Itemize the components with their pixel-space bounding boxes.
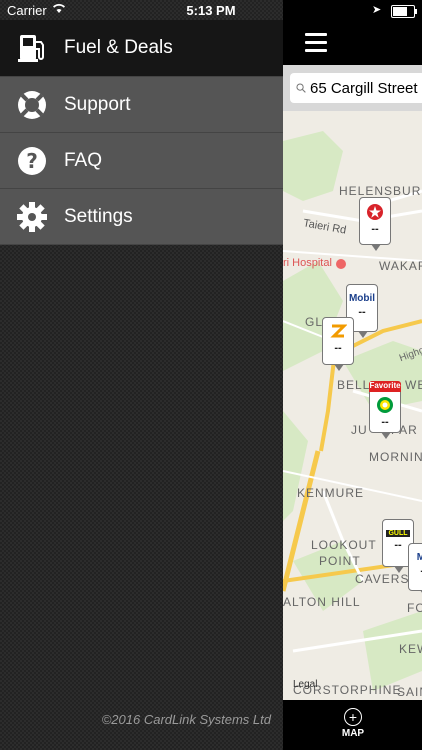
menu-item-label: FAQ: [64, 149, 103, 171]
favorite-tag: Favorite: [369, 381, 401, 392]
map-label: KEW: [399, 642, 422, 656]
map-label: CAVERS: [355, 572, 410, 586]
menu-divider: [0, 244, 283, 245]
map-label: ri Hospital: [283, 257, 332, 269]
map-button-label: MAP: [341, 728, 365, 739]
map-label: GL: [305, 315, 324, 329]
map-label: LOOKOUT: [311, 538, 377, 552]
menu-item-label: Fuel & Deals: [64, 37, 173, 58]
menu-item-label: Support: [64, 93, 131, 115]
map-bottom-bar: + MAP: [283, 700, 422, 750]
side-drawer: Fuel & Deals Support ? FAQ Settings ©201…: [0, 0, 283, 750]
map-panel: HELENSBURG Taieri Rd ri Hospital WAKAR G…: [283, 0, 422, 750]
map-label: SAIN: [397, 685, 422, 699]
station-pin-z-energy[interactable]: --: [322, 317, 354, 371]
plus-circle-icon: +: [344, 708, 362, 726]
map-label: HELENSBURG: [339, 184, 422, 198]
map-view[interactable]: HELENSBURG Taieri Rd ri Hospital WAKAR G…: [283, 111, 422, 700]
copyright-text: ©2016 CardLink Systems Ltd: [101, 712, 271, 727]
status-time: 5:13 PM: [186, 3, 236, 18]
hamburger-menu-icon[interactable]: [305, 33, 327, 57]
search-icon: [296, 83, 306, 93]
station-brand: Mobil: [348, 293, 376, 304]
menu-item-support[interactable]: Support: [0, 76, 283, 132]
gear-icon: [16, 201, 48, 233]
map-legal-link[interactable]: Legal: [293, 679, 317, 690]
battery-icon: [391, 5, 417, 18]
station-brand: GULL: [386, 530, 410, 537]
status-bar: Carrier 5:13 PM ➤: [0, 0, 422, 22]
station-price: --: [358, 306, 366, 318]
station-price: --: [394, 539, 402, 551]
map-button[interactable]: + MAP: [333, 706, 373, 739]
map-label: FO: [407, 601, 422, 615]
map-label: WE: [405, 378, 422, 392]
fuel-pump-icon: [16, 32, 48, 64]
map-label: KENMURE: [297, 486, 365, 500]
menu-item-faq[interactable]: ? FAQ: [0, 132, 283, 188]
map-roads: [283, 111, 422, 700]
station-price: --: [381, 416, 389, 428]
search-input[interactable]: [306, 79, 422, 97]
map-label: MORNINGTO: [369, 450, 422, 464]
station-pin-mobil-2[interactable]: Mo --: [408, 543, 422, 597]
menu-item-settings[interactable]: Settings: [0, 188, 283, 244]
station-brand: Mo: [416, 552, 422, 563]
map-label: ALTON HILL: [283, 595, 361, 609]
map-label: POINT: [319, 554, 361, 568]
menu-item-label: Settings: [64, 205, 133, 227]
lifebuoy-icon: [16, 89, 48, 121]
question-icon: ?: [16, 145, 48, 177]
caltex-logo-icon: [367, 204, 383, 220]
map-label: JU: [351, 423, 368, 437]
station-price: --: [371, 223, 379, 235]
station-pin-bp-favorite[interactable]: Favorite --: [369, 381, 401, 439]
map-label: BELL: [337, 378, 371, 392]
location-arrow-icon: ➤: [372, 4, 382, 16]
station-pin-caltex[interactable]: --: [359, 197, 391, 251]
z-energy-logo-icon: [330, 324, 347, 338]
map-label: WAKAR: [379, 259, 422, 273]
bp-logo-icon: [377, 397, 393, 413]
search-bar: [283, 65, 422, 111]
search-box: [290, 73, 422, 103]
svg-text:?: ?: [26, 149, 38, 173]
station-price: --: [334, 342, 342, 354]
menu-item-fuel-deals[interactable]: Fuel & Deals: [0, 20, 283, 76]
